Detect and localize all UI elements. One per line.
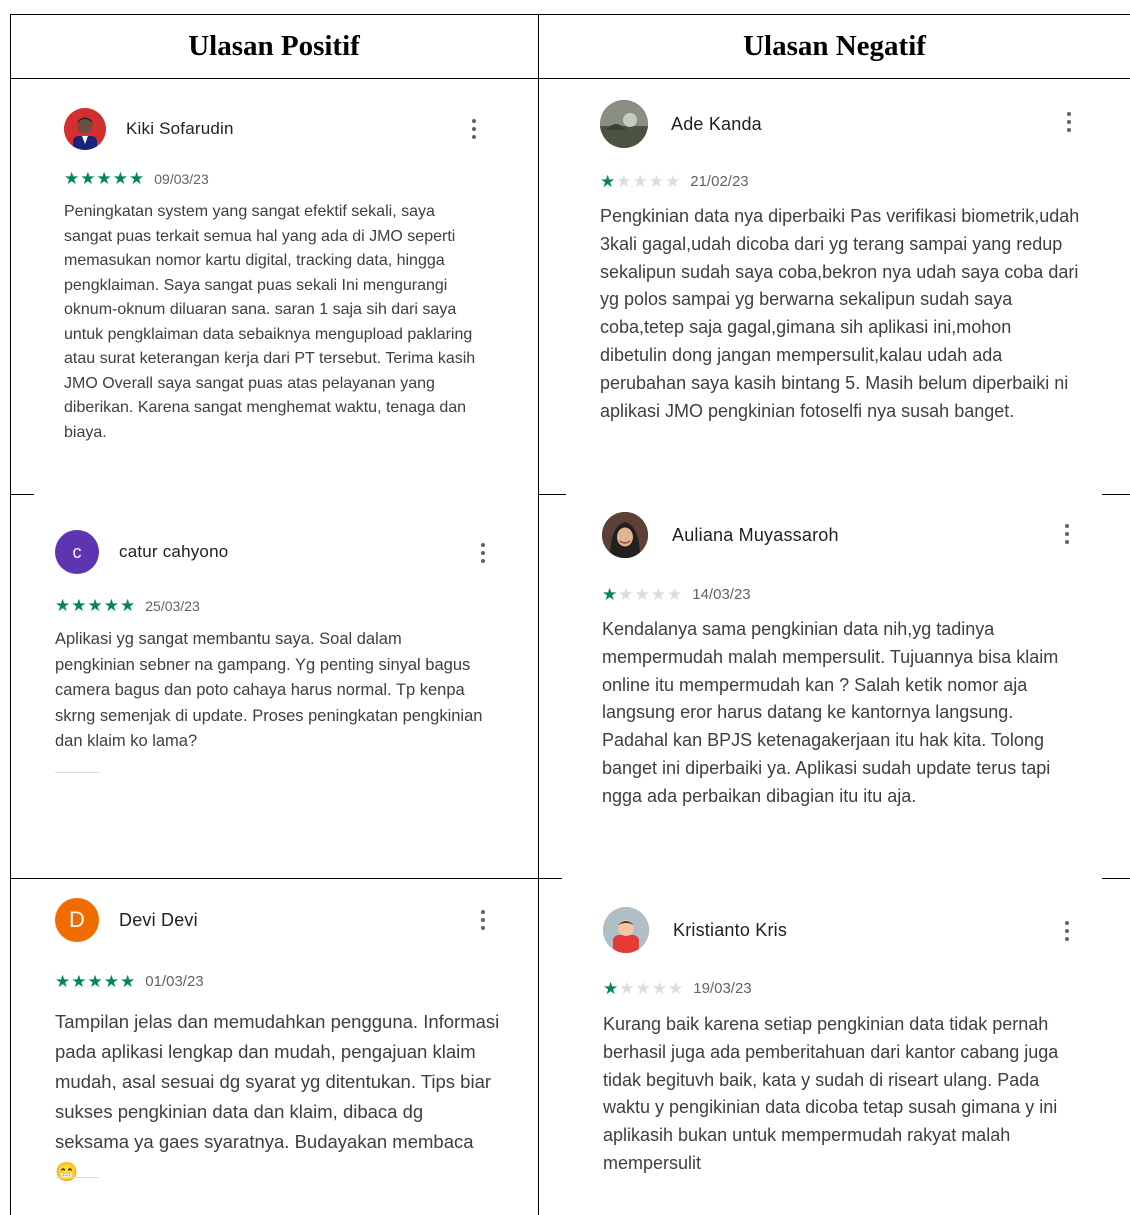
- star-icon: ★: [665, 172, 681, 191]
- review-date: 09/03/23: [154, 170, 209, 187]
- review-card-positive-3: D Devi Devi ★ ★ ★ ★ ★ 01/03/23 Tampilan jela…: [55, 898, 505, 1198]
- more-vert-icon: [481, 910, 485, 914]
- star-icon: ★: [619, 979, 635, 998]
- star-icon: ★: [103, 596, 119, 615]
- row-border: [538, 878, 562, 879]
- star-icon: ★: [96, 169, 112, 188]
- avatar: [600, 100, 648, 148]
- review-date: 19/03/23: [693, 980, 752, 997]
- star-rating: ★ ★ ★ ★ ★: [55, 597, 135, 614]
- star-rating: ★ ★ ★ ★ ★: [55, 973, 135, 990]
- review-text: Kendalanya sama pengkinian data nih,yg t…: [602, 619, 1059, 806]
- star-rating: ★ ★ ★ ★ ★: [64, 170, 144, 187]
- reviewer-name: Ade Kanda: [671, 113, 762, 134]
- avatar-initial: D: [69, 907, 85, 932]
- more-options-button[interactable]: [478, 543, 488, 563]
- avatar-initial: c: [72, 541, 82, 562]
- header-negative: Ulasan Negatif: [743, 29, 926, 62]
- star-icon: ★: [80, 169, 96, 188]
- avatar: [603, 907, 649, 953]
- row-border: [538, 494, 566, 495]
- star-icon: ★: [87, 972, 103, 991]
- review-card-positive-1: Kiki Sofarudin ★ ★ ★ ★ ★ 09/03/23 Peningkata…: [64, 108, 484, 468]
- review-date: 25/03/23: [145, 597, 200, 614]
- star-rating: ★ ★ ★ ★ ★: [603, 980, 683, 997]
- star-icon: ★: [668, 979, 684, 998]
- star-icon: ★: [667, 585, 683, 604]
- review-text: Aplikasi yg sangat membantu saya. Soal d…: [55, 630, 483, 750]
- child-photo-icon: [603, 907, 649, 953]
- star-icon: ★: [64, 169, 80, 188]
- reviewer-name: Auliana Muyassaroh: [672, 524, 839, 545]
- star-icon: ★: [129, 169, 145, 188]
- review-text: Pengkinian data nya diperbaiki Pas verif…: [600, 206, 1080, 421]
- star-icon: ★: [603, 979, 619, 998]
- review-card-negative-1: Ade Kanda ★ ★ ★ ★ ★ 21/02/23 Pengkinian data…: [600, 100, 1080, 470]
- avatar: D: [55, 898, 99, 942]
- reviewer-name: Devi Devi: [119, 909, 198, 930]
- more-options-button[interactable]: [1062, 921, 1072, 941]
- review-card-negative-2: Auliana Muyassaroh ★ ★ ★ ★ ★ 14/03/23 Kendal…: [602, 512, 1082, 862]
- landscape-photo-icon: [600, 100, 648, 148]
- star-icon: ★: [87, 596, 103, 615]
- star-icon: ★: [618, 585, 634, 604]
- reviewer-name: catur cahyono: [119, 542, 229, 561]
- separator: [55, 772, 99, 773]
- star-icon: ★: [602, 585, 618, 604]
- review-card-negative-3: Kristianto Kris ★ ★ ★ ★ ★ 19/03/23 Kurang ba…: [603, 907, 1083, 1197]
- reviewer-name: Kristianto Kris: [673, 919, 788, 940]
- star-icon: ★: [120, 596, 136, 615]
- person-photo-icon: [64, 108, 106, 150]
- avatar: [64, 108, 106, 150]
- row-border: [10, 494, 34, 495]
- review-text: Kurang baik karena setiap pengkinian dat…: [603, 1014, 1059, 1173]
- person-photo-icon: [602, 512, 648, 558]
- review-date: 21/02/23: [690, 173, 749, 190]
- more-vert-icon: [481, 543, 485, 547]
- more-options-button[interactable]: [478, 910, 488, 930]
- row-border: [1102, 878, 1130, 879]
- star-icon: ★: [71, 596, 87, 615]
- header-bottom-border: [10, 78, 1130, 79]
- review-text: Tampilan jelas dan memudahkan pengguna. …: [55, 1011, 500, 1182]
- header-positive: Ulasan Positif: [188, 29, 360, 62]
- row-border: [1102, 494, 1130, 495]
- star-icon: ★: [632, 172, 648, 191]
- star-icon: ★: [648, 172, 664, 191]
- star-icon: ★: [71, 972, 87, 991]
- reviewer-name: Kiki Sofarudin: [126, 119, 234, 138]
- more-options-button[interactable]: [1064, 112, 1074, 132]
- star-icon: ★: [634, 585, 650, 604]
- table-left-border: [10, 14, 11, 1215]
- star-icon: ★: [600, 172, 616, 191]
- star-icon: ★: [616, 172, 632, 191]
- avatar: c: [55, 530, 99, 574]
- star-icon: ★: [120, 972, 136, 991]
- separator: [55, 1177, 99, 1178]
- star-icon: ★: [55, 972, 71, 991]
- review-card-positive-2: c catur cahyono ★ ★ ★ ★ ★ 25/03/23 Aplikasi …: [55, 530, 495, 860]
- star-rating: ★ ★ ★ ★ ★: [602, 586, 682, 603]
- star-icon: ★: [651, 979, 667, 998]
- star-icon: ★: [650, 585, 666, 604]
- more-options-button[interactable]: [469, 119, 479, 139]
- avatar: [602, 512, 648, 558]
- more-options-button[interactable]: [1062, 524, 1072, 544]
- review-date: 14/03/23: [692, 586, 751, 603]
- star-icon: ★: [103, 972, 119, 991]
- more-vert-icon: [1065, 524, 1069, 528]
- review-comparison-table: Ulasan Positif Ulasan Negatif Kiki Sofar…: [0, 0, 1130, 1215]
- review-text: Peningkatan system yang sangat efektif s…: [64, 203, 476, 441]
- row-border: [10, 878, 539, 879]
- star-rating: ★ ★ ★ ★ ★: [600, 173, 680, 190]
- more-vert-icon: [1065, 921, 1069, 925]
- star-icon: ★: [635, 979, 651, 998]
- review-date: 01/03/23: [145, 973, 204, 990]
- column-divider: [538, 14, 539, 1215]
- star-icon: ★: [112, 169, 128, 188]
- more-vert-icon: [1067, 112, 1071, 116]
- star-icon: ★: [55, 596, 71, 615]
- more-vert-icon: [472, 119, 476, 123]
